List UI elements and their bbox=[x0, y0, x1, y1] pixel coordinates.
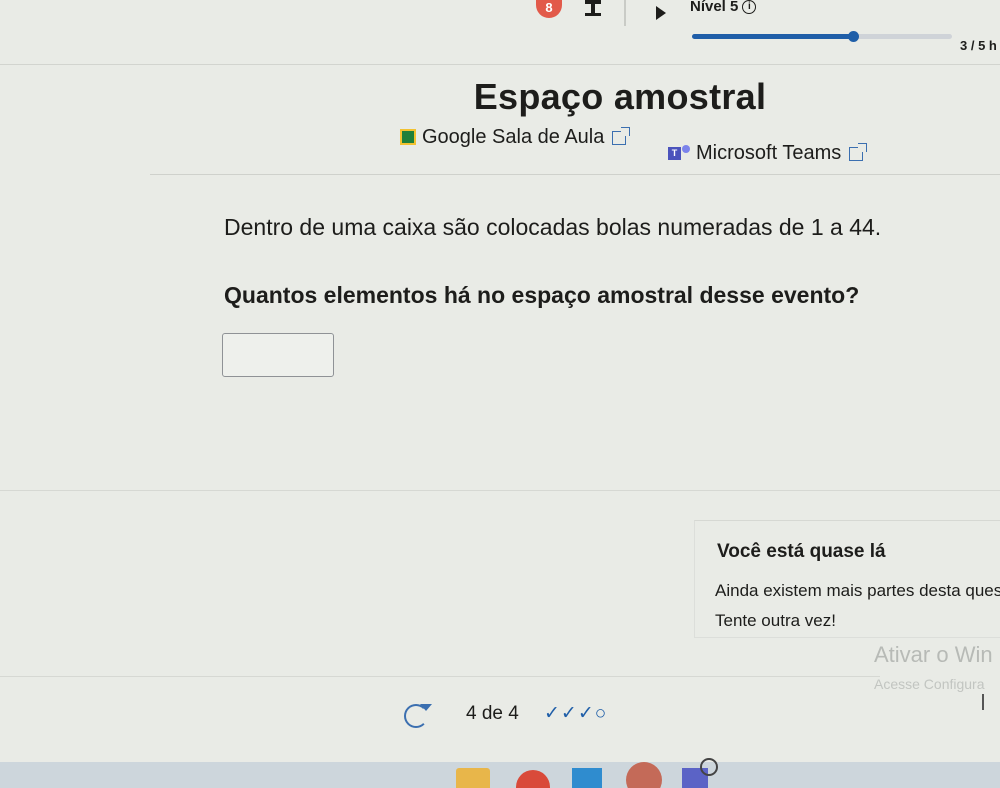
level-indicator: Nível 5i bbox=[690, 0, 757, 15]
share-google-classroom-link[interactable]: Google Sala de Aula bbox=[400, 126, 631, 149]
level-progress-knob bbox=[848, 31, 860, 42]
top-bar: 8 Nível 5i 3 / 5 h bbox=[0, 0, 1000, 62]
share-google-classroom-label: Google Sala de Aula bbox=[422, 126, 605, 148]
footer-divider bbox=[0, 676, 880, 677]
activation-watermark-subtitle: Acesse Configura bbox=[874, 676, 985, 692]
google-classroom-icon bbox=[400, 129, 416, 145]
play-icon[interactable] bbox=[656, 6, 666, 20]
progress-count: 3 / 5 h bbox=[960, 38, 997, 53]
external-link-icon bbox=[849, 142, 868, 161]
chrome-icon[interactable] bbox=[516, 770, 550, 788]
page-title: Espaço amostral bbox=[473, 76, 767, 117]
attempts-check-marks: ✓✓✓○ bbox=[544, 703, 608, 724]
share-microsoft-teams-label: Microsoft Teams bbox=[696, 142, 842, 164]
taskbar bbox=[0, 758, 1000, 788]
store-icon[interactable] bbox=[572, 768, 602, 788]
avatar[interactable] bbox=[626, 762, 662, 788]
exercise-question: Quantos elementos há no espaço amostral … bbox=[224, 282, 860, 308]
content-divider bbox=[0, 490, 1000, 491]
retry-icon[interactable] bbox=[404, 704, 432, 728]
info-icon[interactable]: i bbox=[742, 0, 757, 15]
level-progress-bar bbox=[692, 31, 952, 42]
level-label: Nível 5 bbox=[690, 0, 739, 15]
pin-icon[interactable] bbox=[580, 0, 606, 18]
feedback-message: Ainda existem mais partes desta ques bbox=[715, 581, 1000, 600]
external-link-icon bbox=[612, 126, 631, 145]
file-explorer-icon[interactable] bbox=[456, 768, 490, 788]
header-divider bbox=[150, 174, 1000, 175]
share-microsoft-teams-link[interactable]: T Microsoft Teams bbox=[668, 142, 868, 165]
level-progress-fill bbox=[692, 34, 854, 39]
toolbar-divider bbox=[624, 0, 626, 26]
exercise-statement: Dentro de uma caixa são colocadas bolas … bbox=[224, 214, 882, 240]
feedback-retry-hint: Tente outra vez! bbox=[715, 611, 836, 630]
activation-watermark-title: Ativar o Win bbox=[874, 642, 993, 667]
feedback-panel: Você está quase lá Ainda existem mais pa… bbox=[694, 520, 1000, 638]
text-cursor-icon bbox=[982, 694, 984, 710]
notification-badge[interactable]: 8 bbox=[536, 0, 562, 18]
top-divider bbox=[0, 64, 1000, 65]
exercise-page: 8 Nível 5i 3 / 5 h Espaço amostral Googl… bbox=[0, 0, 1000, 788]
search-icon[interactable] bbox=[700, 758, 718, 776]
attempts-counter: 4 de 4 bbox=[466, 703, 519, 724]
feedback-title: Você está quase lá bbox=[717, 541, 886, 562]
answer-input[interactable] bbox=[222, 333, 334, 377]
microsoft-teams-icon: T bbox=[668, 145, 690, 161]
